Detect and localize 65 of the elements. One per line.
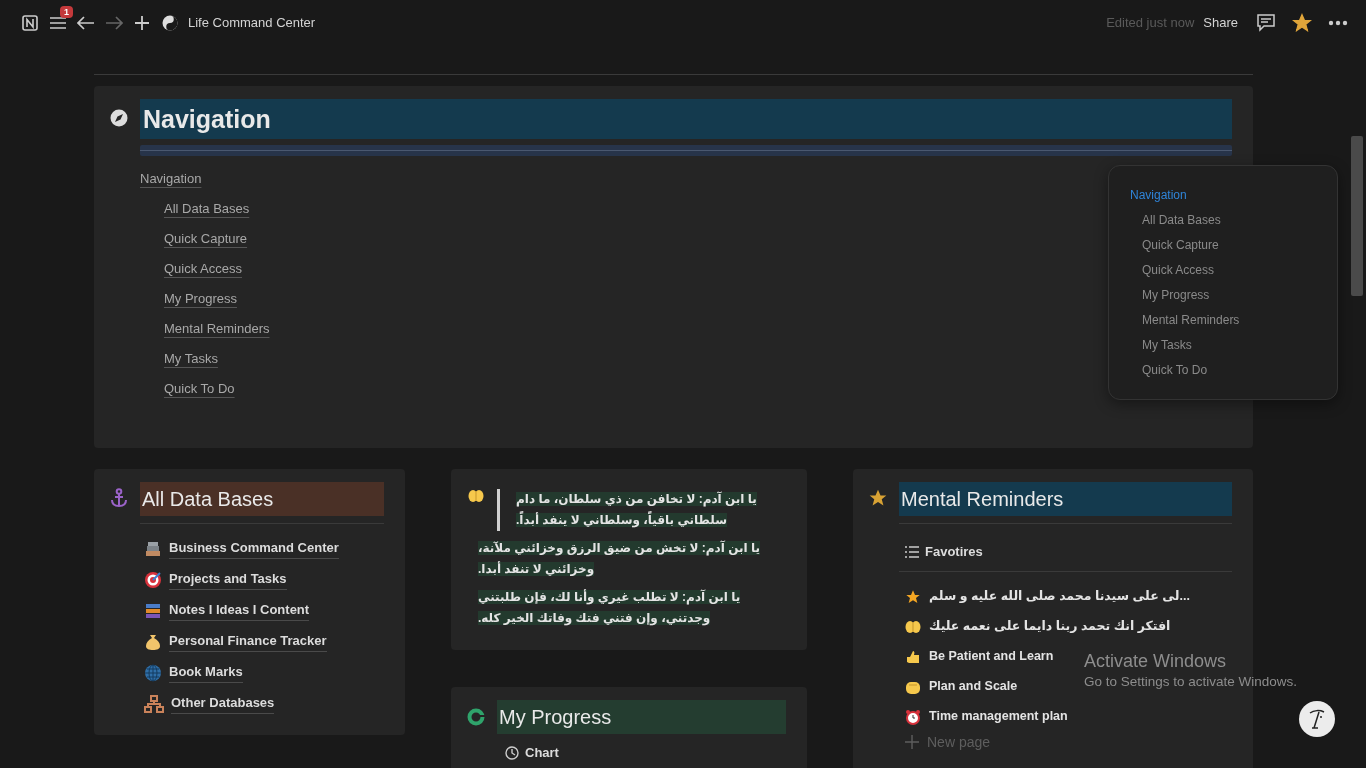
reminder-item[interactable]: Be Patient and Learn (929, 646, 1054, 667)
reminder-item[interactable]: Plan and Scale (929, 676, 1018, 697)
scrollbar-thumb[interactable] (1351, 136, 1363, 296)
database-link[interactable]: Notes I Ideas I Content (169, 600, 310, 621)
toc-item[interactable]: Quick Capture (1142, 237, 1219, 253)
pie-chart-icon (467, 708, 485, 726)
page-link[interactable]: My Tasks (164, 349, 218, 368)
share-button[interactable]: Share (1203, 13, 1238, 32)
page-link[interactable]: My Progress (164, 289, 237, 308)
hierarchy-icon (144, 694, 164, 713)
list-icon (905, 545, 919, 558)
view-tab[interactable]: Favotires (899, 524, 1232, 572)
books-icon (144, 539, 162, 558)
notification-badge: 1 (60, 5, 73, 18)
money-bag-icon (144, 632, 162, 651)
plus-icon (135, 15, 149, 30)
target-icon (144, 570, 162, 589)
globe-icon (144, 663, 162, 682)
quote-text: يا ابن آدم: لا تطلب غيري وأنا لك، فإن طلبتني وجدتني، وإن فتني فتك وفاتك الخير كله. (478, 588, 742, 628)
section-heading: Navigation (140, 99, 1232, 139)
reminder-item[interactable]: ...لى على سيدنا محمد صلى الله عليه و سلم (929, 586, 1190, 607)
page-link[interactable]: Navigation (140, 169, 202, 188)
plus-icon (905, 735, 919, 749)
toc-item[interactable]: My Tasks (1142, 337, 1192, 353)
star-icon (905, 588, 921, 605)
section-heading: Mental Reminders (899, 482, 1232, 516)
section-heading: All Data Bases (140, 482, 384, 516)
toc-item[interactable]: All Data Bases (1142, 212, 1221, 228)
toc-item[interactable]: Mental Reminders (1142, 312, 1240, 328)
view-tab[interactable]: Chart (497, 734, 786, 760)
activation-message: Go to Settings to activate Windows. (1084, 674, 1298, 689)
books-icon (144, 601, 162, 620)
reminder-item[interactable]: Time management plan (929, 706, 1068, 727)
forward-arrow-icon (105, 15, 123, 30)
page-link[interactable]: Quick To Do (164, 379, 235, 398)
edited-status: Edited just now (1106, 15, 1195, 30)
database-link[interactable]: Projects and Tasks (169, 569, 287, 590)
database-link[interactable]: Book Marks (169, 662, 243, 683)
toc-item[interactable]: Quick Access (1142, 262, 1215, 278)
quote-text: يا ابن آدم: لا تخش من ضيق الرزق وخزائني ملآنة، وخزائني لا تنفد أبدا. (478, 539, 761, 579)
section-heading: My Progress (497, 700, 786, 734)
assistant-button[interactable] (1299, 701, 1335, 737)
compass-icon (110, 109, 128, 127)
alarm-clock-icon (905, 708, 921, 725)
clock-icon (505, 745, 519, 760)
thumbs-up-icon (905, 648, 921, 665)
yin-yang-icon (162, 14, 178, 31)
page-link[interactable]: Quick Capture (164, 229, 248, 248)
database-link[interactable]: Personal Finance Tracker (169, 631, 327, 652)
star-icon (868, 488, 888, 508)
page-link[interactable]: All Data Bases (164, 199, 250, 218)
page-title[interactable]: Life Command Center (188, 15, 316, 30)
toc-item[interactable]: Quick To Do (1142, 362, 1208, 378)
toc-item[interactable]: Navigation (1130, 187, 1187, 203)
reminder-item[interactable]: افتكر انك تحمد ربنا دايما على نعمه عليك (929, 616, 1171, 637)
page-link[interactable]: Mental Reminders (164, 319, 270, 338)
menu-button[interactable] (49, 15, 67, 30)
page-link[interactable]: Quick Access (164, 259, 243, 278)
database-link[interactable]: Other Databases (171, 693, 275, 714)
database-link[interactable]: Business Command Center (169, 538, 339, 559)
back-arrow-icon (77, 15, 95, 30)
quote-text: يا ابن آدم: لا تخافن من ذي سلطان، ما دام سلطاني باقياً، وسلطاني لا ينفد أبداً. (516, 490, 758, 530)
anchor-icon (110, 488, 128, 508)
toc-item[interactable]: My Progress (1142, 287, 1210, 303)
activation-title: Activate Windows (1084, 651, 1228, 672)
